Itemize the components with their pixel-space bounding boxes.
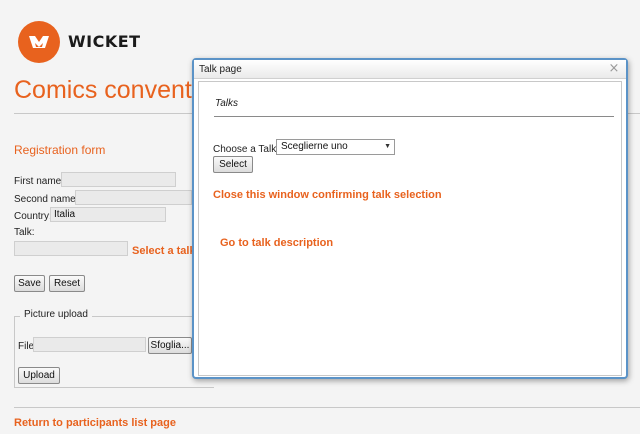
talk-description-link[interactable]: Go to talk description	[220, 237, 333, 249]
modal-titlebar[interactable]: Talk page ×	[194, 60, 626, 79]
file-label: File	[18, 341, 35, 352]
browse-button[interactable]: Sfoglia...	[148, 337, 192, 354]
talk-field	[14, 241, 128, 256]
talk-label: Talk:	[14, 227, 35, 238]
wicket-logo-icon	[18, 21, 60, 63]
choose-talk-label: Choose a Talk:	[213, 144, 279, 155]
divider-bottom	[14, 407, 640, 408]
modal-content: Talks Choose a Talk: Sceglierne uno ▼ Se…	[198, 81, 622, 376]
upload-button[interactable]: Upload	[18, 367, 60, 384]
country-field[interactable]: Italia	[50, 207, 166, 222]
chevron-down-icon: ▼	[384, 143, 391, 150]
country-label: Country:	[14, 211, 52, 222]
select-talk-link[interactable]: Select a talk	[132, 245, 196, 257]
close-icon[interactable]: ×	[608, 62, 620, 75]
close-window-link[interactable]: Close this window confirming talk select…	[213, 189, 442, 201]
return-link[interactable]: Return to participants list page	[14, 417, 176, 429]
talk-modal: Talk page × Talks Choose a Talk: Sceglie…	[192, 58, 628, 379]
save-button[interactable]: Save	[14, 275, 45, 292]
first-name-field[interactable]	[61, 172, 176, 187]
talk-select[interactable]: Sceglierne uno ▼	[276, 139, 395, 155]
talks-heading: Talks	[215, 98, 238, 109]
brand-name: WICKET	[68, 32, 141, 51]
reset-button[interactable]: Reset	[49, 275, 85, 292]
talks-divider	[214, 116, 614, 117]
first-name-label: First name:	[14, 176, 65, 187]
modal-title: Talk page	[199, 64, 242, 75]
form-title: Registration form	[14, 143, 106, 157]
talk-select-value: Sceglierne uno	[281, 141, 348, 152]
file-path-field[interactable]	[33, 337, 146, 352]
picture-upload-legend: Picture upload	[20, 309, 92, 320]
select-button[interactable]: Select	[213, 156, 253, 173]
second-name-field[interactable]	[75, 190, 192, 205]
second-name-label: Second name:	[14, 194, 79, 205]
